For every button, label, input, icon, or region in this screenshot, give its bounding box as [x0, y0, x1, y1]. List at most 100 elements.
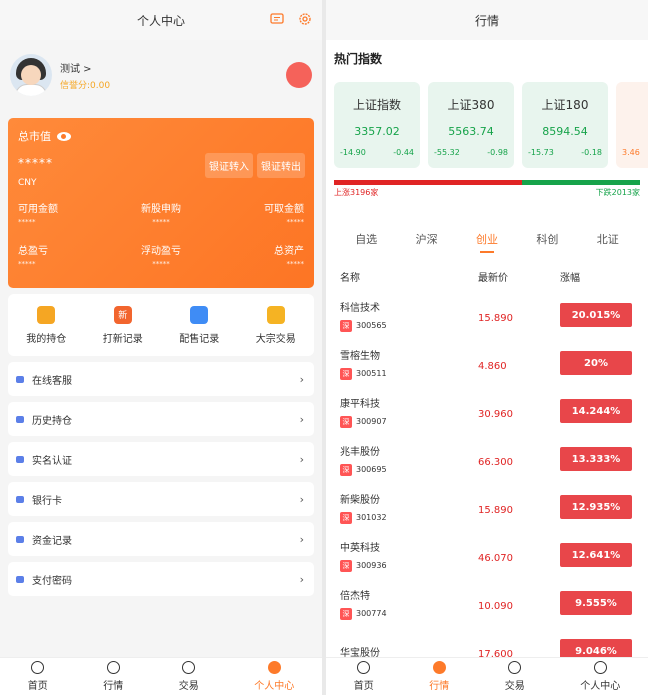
index-card[interactable]: 上证180 8594.54 -15.73 -0.18 — [522, 82, 608, 168]
coin-icon — [16, 535, 24, 543]
total-assets-label: 总资产 — [274, 246, 304, 257]
tab-watchlist[interactable]: 自选 — [355, 231, 377, 253]
bank-transfer-out-button[interactable]: 银证转出 — [257, 153, 305, 178]
table-row[interactable]: 倍杰特深 300774 10.090 9.555% — [334, 579, 640, 627]
market-badge: 深 — [340, 319, 352, 332]
settings-icon[interactable] — [298, 12, 312, 26]
bottom-tabbar: 首页 行情 交易 个人中心 — [0, 657, 322, 695]
allotment-records-button[interactable]: 配售记录 — [179, 305, 219, 345]
stock-price: 15.890 — [478, 312, 513, 324]
tab-chinext[interactable]: 创业 — [476, 231, 498, 253]
stock-code: 300936 — [356, 561, 387, 570]
table-row[interactable]: 新柴股份深 301032 15.890 12.935% — [334, 483, 640, 531]
hot-indices-title: 热门指数 — [334, 52, 383, 66]
chevron-right-icon: › — [299, 533, 304, 546]
stock-name: 新柴股份 — [340, 494, 380, 506]
home-icon — [357, 661, 371, 674]
chevron-right-icon: › — [299, 413, 304, 426]
stock-code: 300774 — [356, 609, 387, 618]
tab-market[interactable]: 行情 — [429, 661, 449, 692]
available-value: ***** — [18, 218, 36, 226]
total-pl-label: 总盈亏 — [18, 246, 48, 257]
advance-bar — [334, 180, 522, 185]
stock-name: 兆丰股份 — [340, 446, 380, 458]
my-holdings-button[interactable]: 我的持仓 — [26, 305, 66, 345]
card-icon — [16, 495, 24, 503]
customer-service-icon[interactable] — [286, 62, 312, 88]
block-trade-button[interactable]: 大宗交易 — [256, 305, 296, 345]
stock-name: 雪榕生物 — [340, 350, 380, 362]
stock-change-badge: 12.641% — [560, 543, 632, 567]
avatar[interactable] — [10, 54, 52, 96]
col-change[interactable]: 涨幅 — [560, 269, 640, 284]
market-badge: 深 — [340, 463, 352, 476]
table-row[interactable]: 康平科技深 300907 30.960 14.244% — [334, 387, 640, 435]
tab-trade[interactable]: 交易 — [179, 661, 199, 692]
withdrawable-label: 可取金额 — [264, 204, 304, 215]
total-value-label: 总市值 — [18, 130, 51, 143]
tab-profile[interactable]: 个人中心 — [580, 661, 620, 692]
floating-pl-label: 浮动盈亏 — [141, 246, 181, 257]
table-row[interactable]: 兆丰股份深 300695 66.300 13.333% — [334, 435, 640, 483]
profile-header[interactable]: 测试 > 信誉分:0.00 — [0, 40, 322, 110]
stock-change-badge: 9.555% — [560, 591, 632, 615]
total-assets-value: ***** — [286, 260, 305, 268]
stock-code: 301032 — [356, 513, 387, 522]
tab-home[interactable]: 首页 — [28, 661, 48, 692]
ipo-label: 新股申购 — [141, 204, 181, 215]
stock-change-badge: 20.015% — [560, 303, 632, 327]
stock-price: 30.960 — [478, 408, 513, 420]
page-title: 行情 — [474, 13, 499, 28]
message-icon[interactable] — [270, 12, 284, 26]
table-row[interactable]: 科信技术深 300565 15.890 20.015% — [334, 291, 640, 339]
stock-name: 倍杰特 — [340, 590, 370, 602]
menu-history-holdings[interactable]: 历史持仓 › — [8, 402, 314, 436]
menu-bank-card[interactable]: 银行卡 › — [8, 482, 314, 516]
ipo-records-button[interactable]: 新打新记录 — [103, 305, 143, 345]
table-row[interactable]: 雪榕生物深 300511 4.860 20% — [334, 339, 640, 387]
withdrawable-value: ***** — [286, 218, 305, 226]
decline-count: 下跌2013家 — [595, 188, 640, 197]
tab-beijing[interactable]: 北证 — [597, 231, 619, 253]
stock-name: 中英科技 — [340, 542, 380, 554]
tab-shanghai-shenzhen[interactable]: 沪深 — [416, 231, 438, 253]
trade-icon — [508, 661, 522, 674]
stock-price: 46.070 — [478, 552, 513, 564]
stock-change-badge: 14.244% — [560, 399, 632, 423]
stock-price: 4.860 — [478, 360, 507, 372]
stock-price: 66.300 — [478, 456, 513, 468]
decline-bar — [521, 180, 640, 185]
tab-trade[interactable]: 交易 — [505, 661, 525, 692]
total-pl-value: ***** — [18, 260, 36, 268]
table-row[interactable]: 中英科技深 300936 46.070 12.641% — [334, 531, 640, 579]
market-icon — [432, 661, 446, 674]
market-badge: 深 — [340, 511, 352, 524]
tab-market[interactable]: 行情 — [103, 661, 123, 692]
menu-online-service[interactable]: 在线客服 › — [8, 362, 314, 396]
new-icon: 新 — [113, 305, 132, 324]
tab-profile[interactable]: 个人中心 — [254, 661, 294, 692]
index-card[interactable]: 上 2( 3.46 — [616, 82, 648, 168]
tab-home[interactable]: 首页 — [354, 661, 374, 692]
advance-count: 上涨3196家 — [334, 188, 379, 197]
menu-fund-records[interactable]: 资金记录 › — [8, 522, 314, 556]
bank-transfer-in-button[interactable]: 银证转入 — [205, 153, 253, 178]
menu-verification[interactable]: 实名认证 › — [8, 442, 314, 476]
chevron-right-icon: › — [299, 573, 304, 586]
stock-name: 科信技术 — [340, 302, 380, 314]
col-price[interactable]: 最新价 — [478, 269, 560, 284]
tab-star[interactable]: 科创 — [536, 231, 558, 253]
user-name[interactable]: 测试 > — [60, 60, 110, 75]
index-card[interactable]: 上证指数 3357.02 -14.90 -0.44 — [334, 82, 420, 168]
menu-payment-password[interactable]: 支付密码 › — [8, 562, 314, 596]
star-icon — [16, 575, 24, 583]
stock-change-badge: 20% — [560, 351, 632, 375]
market-badge: 深 — [340, 607, 352, 620]
eye-icon[interactable] — [57, 131, 71, 141]
col-name[interactable]: 名称 — [334, 269, 478, 284]
table-header: 名称 最新价 涨幅 — [334, 261, 640, 291]
index-card[interactable]: 上证380 5563.74 -55.32 -0.98 — [428, 82, 514, 168]
floating-pl-value: ***** — [152, 260, 170, 268]
quick-actions: 我的持仓 新打新记录 配售记录 大宗交易 — [8, 294, 314, 356]
credit-score: 信誉分:0.00 — [60, 80, 111, 91]
